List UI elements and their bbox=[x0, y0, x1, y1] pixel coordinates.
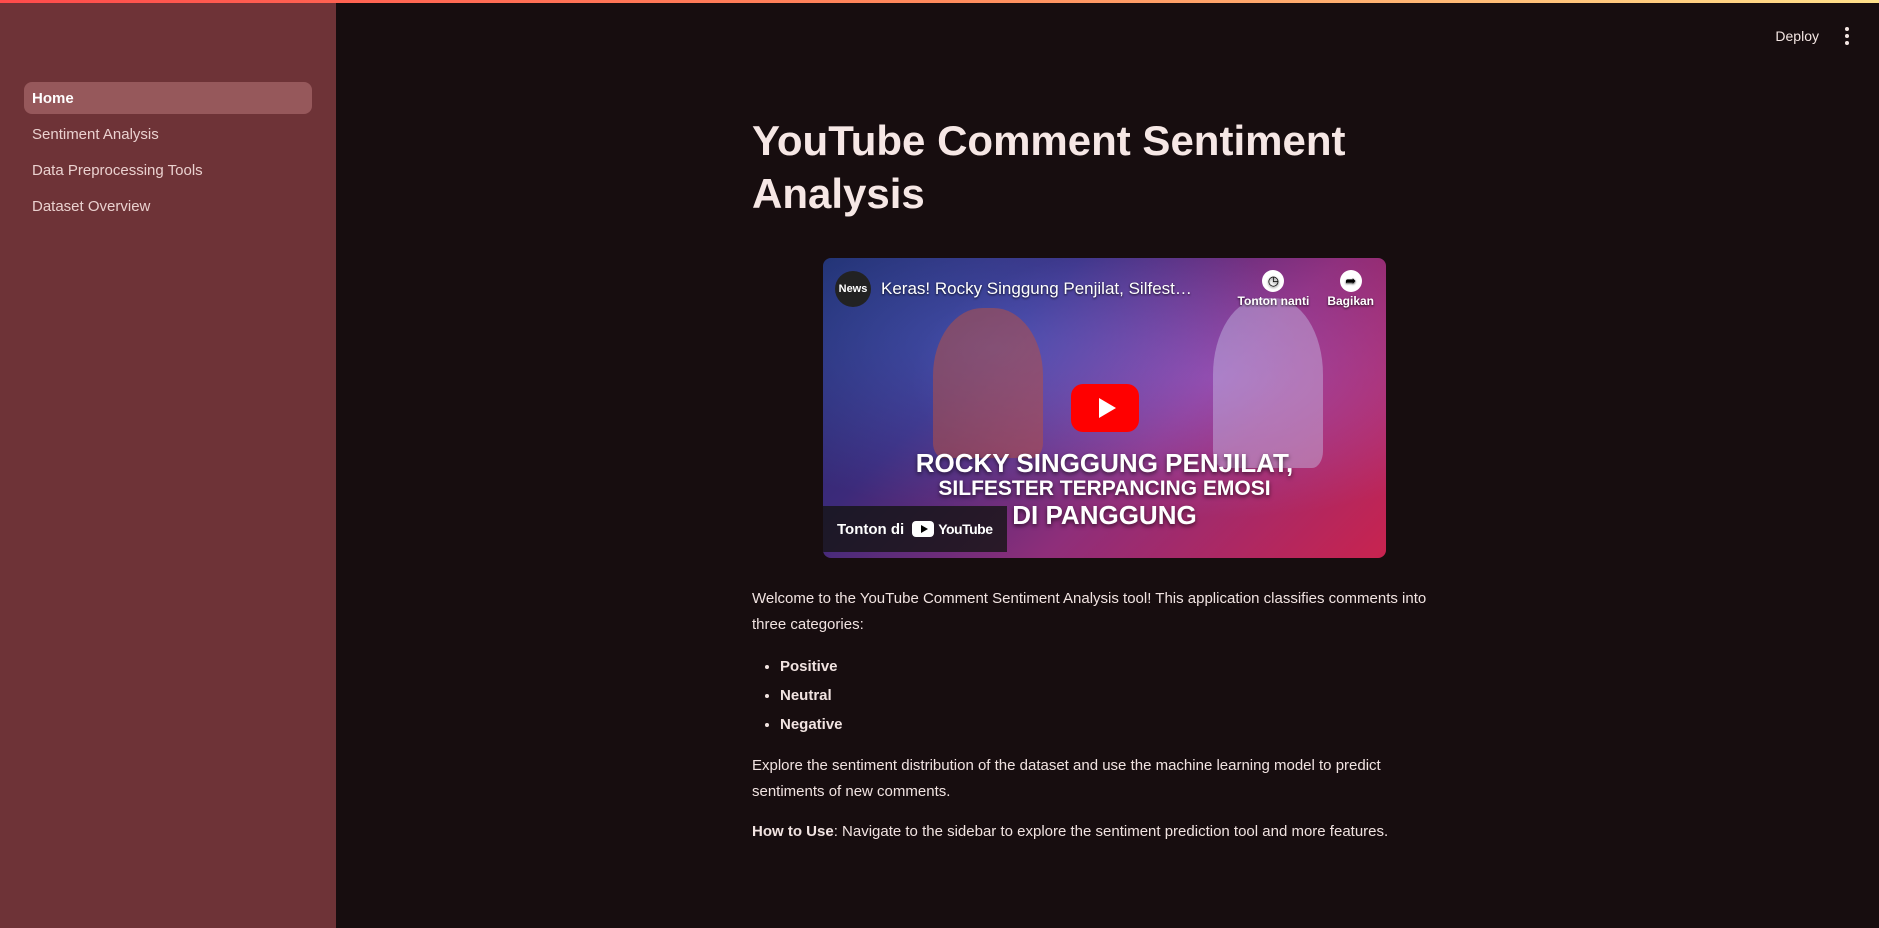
youtube-video-embed[interactable]: News Keras! Rocky Singgung Penjilat, Sil… bbox=[823, 258, 1386, 558]
video-top-bar: News Keras! Rocky Singgung Penjilat, Sil… bbox=[835, 270, 1374, 308]
sidebar-item-label: Data Preprocessing Tools bbox=[32, 161, 203, 179]
kebab-dot bbox=[1845, 34, 1849, 38]
watch-later-button[interactable]: ◷ Tonton nanti bbox=[1237, 270, 1310, 308]
watch-later-label: Tonton nanti bbox=[1237, 294, 1310, 308]
category-item-positive: Positive bbox=[780, 652, 1440, 681]
header-actions: Deploy bbox=[1773, 24, 1855, 48]
intro-paragraph: Welcome to the YouTube Comment Sentiment… bbox=[752, 590, 1427, 633]
youtube-logo-text: YouTube bbox=[938, 521, 993, 537]
share-label: Bagikan bbox=[1327, 294, 1374, 308]
video-thumbnail-person-left bbox=[933, 308, 1043, 458]
sidebar-item-sentiment-analysis[interactable]: Sentiment Analysis bbox=[24, 118, 312, 150]
category-item-negative: Negative bbox=[780, 710, 1440, 739]
clock-icon: ◷ bbox=[1262, 270, 1285, 292]
sidebar-item-label: Sentiment Analysis bbox=[32, 125, 159, 143]
headline-line-2: SILFESTER TERPANCING EMOSI bbox=[938, 477, 1271, 500]
video-title[interactable]: Keras! Rocky Singgung Penjilat, Silfest… bbox=[881, 279, 1228, 299]
headline-line-1: ROCKY SINGGUNG PENJILAT, bbox=[915, 448, 1294, 478]
how-to-paragraph: How to Use: Navigate to the sidebar to e… bbox=[752, 819, 1440, 845]
video-actions: ◷ Tonton nanti ➦ Bagikan bbox=[1238, 270, 1374, 308]
sidebar-item-label: Dataset Overview bbox=[32, 197, 151, 215]
sidebar-item-data-preprocessing-tools[interactable]: Data Preprocessing Tools bbox=[24, 154, 312, 186]
main-content: YouTube Comment Sentiment Analysis News … bbox=[752, 114, 1440, 859]
category-list: Positive Neutral Negative bbox=[752, 652, 1440, 739]
play-button[interactable] bbox=[1071, 384, 1139, 432]
youtube-logo-icon bbox=[912, 521, 935, 537]
channel-badge-text: News bbox=[838, 283, 868, 295]
play-icon bbox=[1098, 398, 1116, 418]
watch-on-youtube-button[interactable]: Tonton di YouTube bbox=[823, 506, 1007, 552]
sidebar-nav: Home Sentiment Analysis Data Preprocessi… bbox=[24, 82, 312, 226]
intro-content: Welcome to the YouTube Comment Sentiment… bbox=[752, 586, 1440, 845]
kebab-dot bbox=[1845, 41, 1849, 45]
explore-paragraph: Explore the sentiment distribution of th… bbox=[752, 757, 1381, 800]
how-to-label: How to Use bbox=[752, 823, 834, 840]
watch-on-label: Tonton di bbox=[837, 520, 905, 538]
video-thumbnail-person-right bbox=[1213, 298, 1323, 468]
kebab-dot bbox=[1845, 27, 1849, 31]
share-arrow-icon: ➦ bbox=[1339, 270, 1362, 292]
sidebar-item-home[interactable]: Home bbox=[24, 82, 312, 114]
top-decoration-bar bbox=[0, 0, 1879, 3]
sidebar-item-dataset-overview[interactable]: Dataset Overview bbox=[24, 190, 312, 222]
sidebar-item-label: Home bbox=[32, 89, 74, 107]
channel-avatar[interactable]: News bbox=[835, 271, 871, 307]
deploy-button[interactable]: Deploy bbox=[1773, 24, 1821, 48]
kebab-menu-icon[interactable] bbox=[1839, 24, 1855, 48]
page-title: YouTube Comment Sentiment Analysis bbox=[752, 117, 1346, 217]
sidebar: Home Sentiment Analysis Data Preprocessi… bbox=[0, 0, 336, 928]
youtube-logo: YouTube bbox=[912, 521, 993, 537]
category-item-neutral: Neutral bbox=[780, 681, 1440, 710]
share-button[interactable]: ➦ Bagikan bbox=[1327, 270, 1374, 308]
how-to-text: : Navigate to the sidebar to explore the… bbox=[833, 823, 1389, 840]
